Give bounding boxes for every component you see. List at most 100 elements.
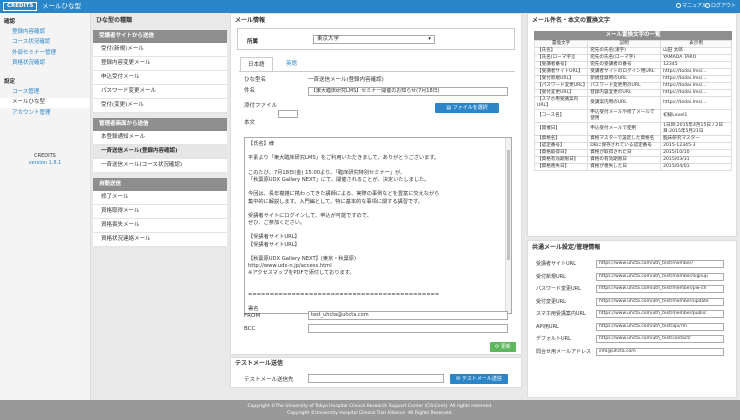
body-lines: 【氏名】様 平素より「東大臨床研究LMS」をご利用いただきまして、ありがとうござい… [248,141,508,313]
body-line [248,249,508,256]
manual-link[interactable]: マニュアル [676,3,707,10]
body-line [248,206,508,213]
from-input[interactable]: test_uhcta@uhcta.com [308,311,508,320]
dept-select[interactable]: 東京大学 ▾ [313,35,435,44]
col-header: 説明 [587,40,662,48]
table-row: 【資格取得日】 資格が取得された日 2015/10/10 [533,149,732,157]
tab-japanese[interactable]: 日本語 [240,57,273,72]
table-cell: 【氏名】 [533,47,589,55]
template-item[interactable]: 資格取得メール [93,205,227,219]
template-item[interactable]: パスワード変更メール [93,85,227,99]
table-cell: https://todai.lms/... [660,75,732,83]
table-cell: 受講案内用のURL [587,96,662,110]
question-icon [676,3,681,8]
attach-field[interactable] [278,110,298,118]
table-cell: 資格の有効期限日 [587,156,662,164]
body-line: ぜひ、ご参加ください。 [248,220,306,227]
page-title: メールひな型 [42,2,81,10]
nav-item-account[interactable]: アカウント管理 [0,108,90,119]
template-list-auto: 修了メール 資格取得メール 資格喪失メール 資格状況連絡メール [93,191,227,247]
config-input[interactable]: https://www.uhcta.com/uth_test/member/ [596,260,724,268]
body-line: 【受講者サイトURL】 [248,234,300,241]
test-mail-panel: テストメール送信 テストメール送信先 ✉ テストメール送信 [230,357,522,388]
body-line: このたび、7月18日(金) 15:00より、「臨床研究特別セミナー」が、 [248,169,406,176]
chevron-down-icon: ▾ [428,36,431,42]
choose-file-button[interactable]: ▤ ファイルを選択 [435,103,499,113]
from-label: FROM [244,313,261,319]
config-label: 受付変更URL [536,298,566,305]
template-item[interactable]: 資格喪失メール [93,219,227,233]
config-label: スマホ用受講案内URL [536,311,586,317]
config-input[interactable]: https://www.uhcta.com/uth_test/member/up… [596,297,724,306]
manual-label: マニュアル [682,3,707,9]
bcc-input[interactable] [308,324,508,333]
table-row: 【資格有効期限日】 資格の有効期限日 2015/03/31 [533,156,732,164]
config-heading: 共通メール設定/管理情報 [532,244,601,251]
template-list-admin: 本登録通知メール 一斉送信メール(登録内容確認) 一斉送信メール(コース状況確認… [93,131,227,173]
config-label: 問合せ用メールアドレス [536,348,592,355]
subject-input[interactable]: 【東大臨床研究LMS】セミナー開催のお知らせ(7月18日) [308,87,508,96]
template-item[interactable]: 受付(変更)メール [93,99,227,113]
brand-logo[interactable]: CREDITS [3,2,38,11]
template-item[interactable]: 申込受付メール [93,71,227,85]
table-cell: https://todai.lms/... [660,96,732,110]
nav-item-course-admin[interactable]: コース管理 [0,87,90,98]
table-row: 【認定番号】 DBに保存されている認定番号 2015-12345-3 [533,142,732,150]
nav-item-registration[interactable]: 登録内容確認 [0,27,90,38]
dept-select-value: 東京大学 [317,36,340,42]
nav-item-external-seminar[interactable]: 外部セミナー管理 [0,48,90,59]
table-cell: https://todai.lms/... [660,89,732,97]
body-line: 【受講者サイトURL】 [248,241,300,248]
table-row: 【氏名(ローマ字)】 宛先の氏名(ローマ字) YAMADA TARO [533,54,732,62]
config-label: 受講者サイトURL [536,261,576,267]
template-item-selected[interactable]: 一斉送信メール(登録内容確認) [93,145,227,159]
table-row: 【スマホ用受講案内URL】 受講案内用のURL https://todai.lms/… [533,96,732,110]
body-textarea[interactable]: 【氏名】様 平素より「東大臨床研究LMS」をご利用いただきまして、ありがとうござい… [244,137,512,314]
nav-item-course-status[interactable]: コース状況確認 [0,38,90,49]
subject-label: 件名 [244,88,256,94]
table-cell: https://todai.lms/... [660,82,732,90]
body-line: 受講者サイトにログインして、申込が可能ですので、 [248,212,372,219]
config-input[interactable]: https://www.uhcta.com/uth_test/api/rm [596,322,724,331]
table-row: 【資格名】 資格マスターで設定した資格名 臨床研究マスター [533,135,732,143]
template-item[interactable]: 資格状況連絡メール [93,233,227,247]
table-cell: 【スマホ用受講案内URL】 [533,96,589,110]
body-line: 集中的に解説します。入門編として、特に基本的な事項に関する講習です。 [248,198,423,205]
config-input[interactable]: https://www.uhcta.com/uth_test/member/si… [596,272,724,281]
template-item[interactable]: 登録内容変更メール [93,57,227,71]
table-cell: https://todai.lms/... [660,68,732,76]
footer: Copyright ©The University of Tokyo Hospi… [0,400,740,420]
update-button[interactable]: ⟳ 更新 [490,342,516,352]
body-scroll-thumb[interactable] [507,150,510,260]
nav-item-qualification[interactable]: 資格状況確認 [0,59,90,70]
tab-english[interactable]: 英語 [279,57,305,72]
template-item[interactable]: 本登録通知メール [93,131,227,145]
mail-info-heading: メール情報 [235,17,266,24]
config-input[interactable]: https://www.uhcta.com/uth_test/member/pw… [596,285,724,293]
template-type-heading: ひな型の種類 [96,17,133,24]
config-input[interactable]: info@uhcta.com [596,347,724,356]
test-mail-input[interactable] [308,374,444,383]
tab-divider [239,71,515,72]
table-cell: 【コース名】 [533,109,589,123]
template-item[interactable]: 修了メール [93,191,227,205]
send-test-button[interactable]: ✉ テストメール送信 [450,374,508,384]
dept-label: 所属 [247,39,259,45]
nav-item-mail-template[interactable]: メールひな型 [0,97,90,108]
table-cell: 【受講者番号】 [533,61,589,69]
table-cell: 新規登録用のURL [587,75,662,83]
choose-file-label: ファイルを選択 [452,105,488,111]
template-item[interactable]: 一斉送信メール(コース状況確認) [93,159,227,173]
nav-footer-version: version 1.8.1 [28,160,62,166]
table-cell: YAMADA TARO [660,54,732,62]
update-label: 更新 [500,344,511,350]
body-scrollbar[interactable] [505,138,511,313]
body-line [248,163,508,170]
logout-link[interactable]: ログアウト [705,3,736,10]
replace-table: メール置換文字の一覧 置換文字 説明 表示例 【氏名】 宛先の氏名(漢字) 山田 太… [533,31,732,171]
config-input[interactable]: https://www.uhcta.com/uth_test/member/pu… [596,310,724,318]
template-item[interactable]: 受付(新規)メール [93,43,227,57]
template-name-label: ひな型名 [244,77,267,83]
config-label: パスワード変更URL [536,286,581,292]
config-input[interactable]: https://www.uhcta.com/uth_test/contact/ [596,335,724,343]
